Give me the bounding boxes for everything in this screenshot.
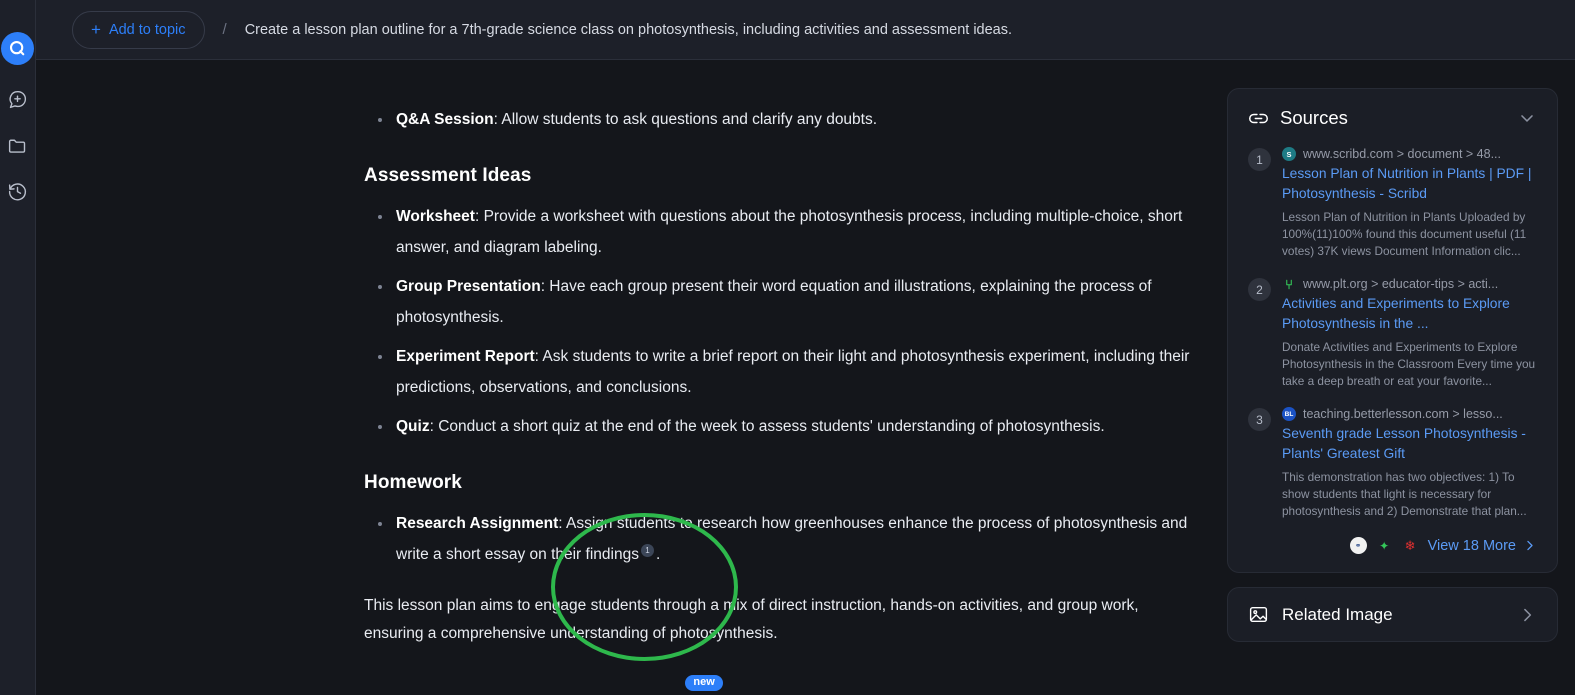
closing-paragraph: This lesson plan aims to engage students…: [364, 597, 1139, 642]
list-item-bold: Group Presentation: [396, 278, 541, 295]
list-item-tail: .: [655, 546, 661, 563]
sources-card: Sources 1 S www.scribd.com > document > …: [1227, 88, 1558, 573]
section-heading-homework: Homework: [364, 472, 462, 493]
topbar: + Add to topic / Create a lesson plan ou…: [36, 0, 1575, 60]
source-body: ⑂ www.plt.org > educator-tips > acti... …: [1282, 277, 1537, 390]
assessment-list: Worksheet: Provide a worksheet with ques…: [364, 201, 1194, 442]
body-area: Q&A Session: Allow students to ask quest…: [36, 60, 1575, 695]
sources-title: Sources: [1280, 107, 1348, 128]
list-item-bold: Research Assignment: [396, 515, 559, 532]
source-snippet: Lesson Plan of Nutrition in Plants Uploa…: [1282, 210, 1527, 258]
source-snippet: This demonstration has two objectives: 1…: [1282, 470, 1527, 518]
chevron-right-icon[interactable]: [1517, 605, 1537, 625]
source-title[interactable]: Activities and Experiments to Explore Ph…: [1282, 294, 1537, 334]
source-index: 3: [1248, 408, 1271, 431]
scribd-favicon-icon: S: [1282, 147, 1296, 161]
source-item[interactable]: 2 ⑂ www.plt.org > educator-tips > acti..…: [1248, 277, 1537, 390]
plus-icon: +: [91, 20, 101, 39]
add-to-topic-label: Add to topic: [108, 21, 186, 38]
related-image-card[interactable]: Related Image: [1227, 587, 1558, 642]
breadcrumb-separator: /: [222, 21, 227, 38]
homework-list: Research Assignment: Assign students to …: [364, 508, 1194, 570]
sources-header[interactable]: Sources: [1248, 107, 1537, 129]
list-item-text: : Conduct a short quiz at the end of the…: [429, 418, 1105, 435]
history-icon[interactable]: [6, 179, 30, 203]
source-item[interactable]: 1 S www.scribd.com > document > 48... Le…: [1248, 147, 1537, 260]
source-url: www.plt.org > educator-tips > acti...: [1303, 277, 1499, 291]
answer-pane: Q&A Session: Allow students to ask quest…: [36, 60, 1227, 695]
source-favicon-extra-3-icon: ❄: [1404, 537, 1416, 553]
source-url-row: S www.scribd.com > document > 48...: [1282, 147, 1537, 161]
list-item: Quiz: Conduct a short quiz at the end of…: [364, 411, 1194, 442]
citation-badge[interactable]: 1: [640, 543, 654, 557]
source-body: S www.scribd.com > document > 48... Less…: [1282, 147, 1537, 260]
source-url-row: BL teaching.betterlesson.com > lesso...: [1282, 407, 1537, 421]
source-item[interactable]: 3 BL teaching.betterlesson.com > lesso..…: [1248, 407, 1537, 520]
list-item-text: : Provide a worksheet with questions abo…: [396, 208, 1183, 256]
section-heading-assessment: Assessment Ideas: [364, 165, 532, 186]
clipped-list: Q&A Session: Allow students to ask quest…: [364, 104, 1194, 135]
new-badge: new: [685, 675, 723, 691]
list-item-bold: Experiment Report: [396, 348, 535, 365]
link-icon: [1249, 113, 1268, 123]
view-more-button[interactable]: View 18 More: [1428, 538, 1537, 554]
query-title: Create a lesson plan outline for a 7th-g…: [244, 21, 1013, 38]
answer-content: Q&A Session: Allow students to ask quest…: [364, 104, 1194, 695]
list-item: Worksheet: Provide a worksheet with ques…: [364, 201, 1194, 263]
main-column: + Add to topic / Create a lesson plan ou…: [36, 0, 1575, 695]
source-url-row: ⑂ www.plt.org > educator-tips > acti...: [1282, 277, 1537, 291]
source-snippet: Donate Activities and Experiments to Exp…: [1282, 340, 1536, 388]
list-item: Experiment Report: Ask students to write…: [364, 341, 1194, 403]
related-image-title: Related Image: [1282, 604, 1393, 624]
app-logo-icon[interactable]: [0, 32, 34, 65]
list-item-bold: Q&A Session: [396, 111, 494, 128]
folder-icon[interactable]: [6, 133, 30, 157]
betterlesson-favicon-icon: BL: [1282, 407, 1296, 421]
source-url: www.scribd.com > document > 48...: [1303, 147, 1502, 161]
plt-favicon-icon: ⑂: [1285, 277, 1293, 291]
source-favicon-extra-1-icon: ⚭: [1349, 537, 1367, 554]
source-url: teaching.betterlesson.com > lesso...: [1303, 407, 1503, 421]
source-title[interactable]: Lesson Plan of Nutrition in Plants | PDF…: [1282, 164, 1537, 204]
source-body: BL teaching.betterlesson.com > lesso... …: [1282, 407, 1537, 520]
view-more-label: View 18 More: [1427, 537, 1516, 554]
chevron-right-icon: [1527, 540, 1533, 551]
source-index: 1: [1248, 148, 1271, 171]
new-chat-icon[interactable]: [6, 87, 30, 111]
chevron-down-icon[interactable]: [1517, 108, 1537, 128]
source-index: 2: [1248, 278, 1271, 301]
list-item-bold: Worksheet: [396, 208, 475, 225]
app-root: + Add to topic / Create a lesson plan ou…: [0, 0, 1575, 695]
answer-action-bar: Share Link Copy Answer: [364, 675, 1194, 695]
list-item-text: : Allow students to ask questions and cl…: [493, 111, 878, 128]
source-title[interactable]: Seventh grade Lesson Photosynthesis - Pl…: [1282, 424, 1537, 464]
right-sidebar: Sources 1 S www.scribd.com > document > …: [1227, 60, 1575, 695]
image-icon: [1249, 606, 1268, 623]
list-item: Research Assignment: Assign students to …: [364, 508, 1194, 570]
left-nav-rail: [0, 0, 36, 695]
list-item: Group Presentation: Have each group pres…: [364, 271, 1194, 333]
add-to-topic-button[interactable]: + Add to topic: [72, 10, 205, 49]
list-item: Q&A Session: Allow students to ask quest…: [364, 104, 1194, 135]
source-favicon-extra-2-icon: ✦: [1379, 538, 1390, 553]
view-more-row[interactable]: ⚭ ✦ ❄ View 18 More: [1248, 537, 1537, 554]
list-item-bold: Quiz: [396, 418, 430, 435]
